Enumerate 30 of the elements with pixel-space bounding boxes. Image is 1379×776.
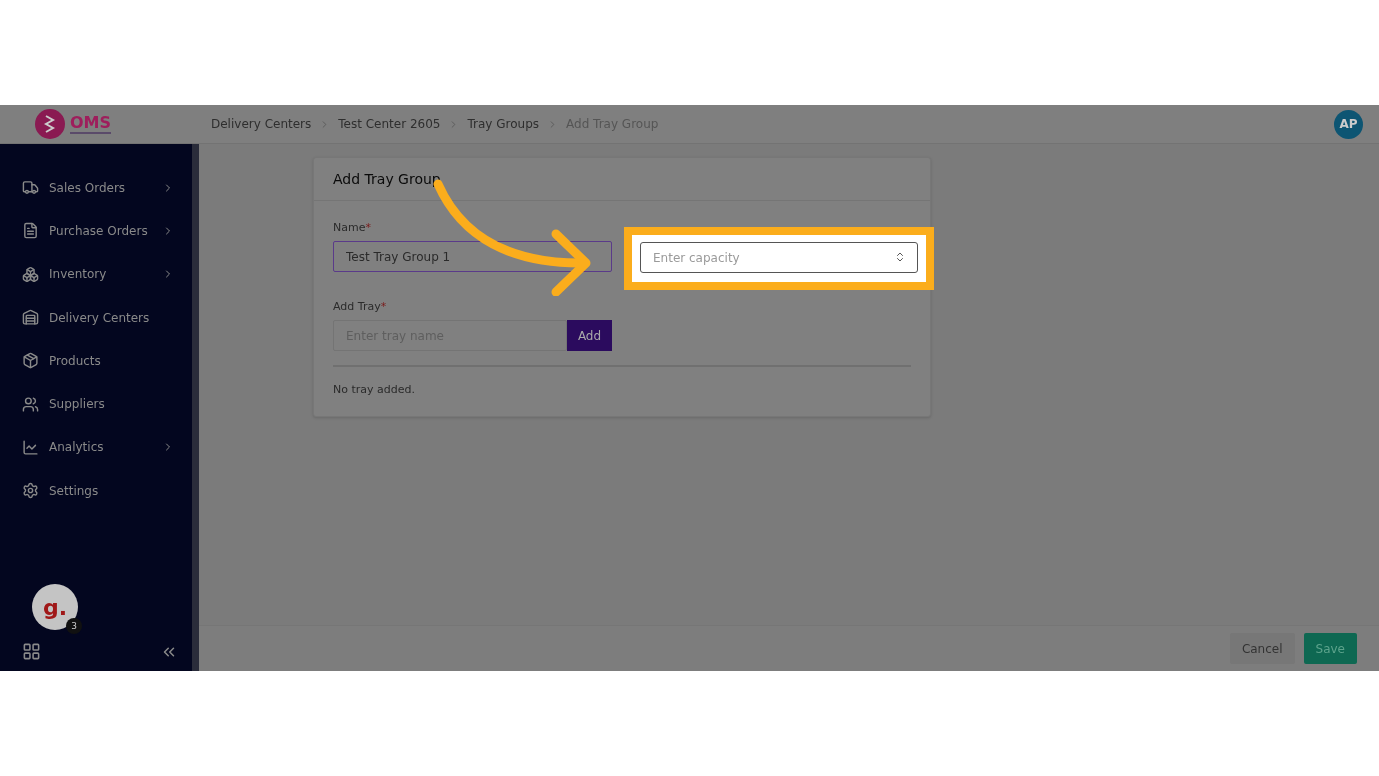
users-icon — [22, 395, 39, 413]
sidebar-item[interactable]: Purchase Orders — [0, 209, 192, 253]
sidebar-item[interactable]: Sales Orders — [0, 166, 192, 210]
sidebar-item[interactable]: Delivery Centers — [0, 295, 192, 340]
breadcrumb-link[interactable]: Test Center 2605 — [338, 117, 441, 131]
sidebar-item[interactable]: Analytics — [0, 425, 192, 470]
boxes-icon — [22, 265, 39, 283]
spinner-icon[interactable] — [894, 251, 906, 263]
truck-icon — [22, 179, 39, 197]
field-label: Name* — [333, 221, 372, 234]
breadcrumb-link[interactable]: Delivery Centers — [211, 117, 312, 131]
empty-message: No tray added. — [333, 383, 416, 396]
sidebar-item[interactable]: Inventory — [0, 252, 192, 296]
logo-text: OMS — [70, 114, 112, 134]
grid-icon[interactable] — [22, 642, 41, 661]
chart-icon — [22, 438, 39, 456]
settings-icon — [22, 482, 39, 500]
sidebar-item[interactable]: Products — [0, 339, 192, 383]
capacity-field[interactable]: Enter capacity — [640, 242, 918, 273]
breadcrumb-link[interactable]: Tray Groups — [467, 117, 539, 131]
logo-icon — [34, 108, 66, 140]
package-icon — [22, 352, 39, 370]
sidebar-item[interactable]: Suppliers — [0, 382, 192, 426]
warehouse-icon — [22, 309, 39, 327]
count-badge: 3 — [66, 618, 82, 634]
field-label: Add Tray* — [333, 300, 388, 313]
sidebar-item[interactable]: Settings — [0, 469, 192, 513]
user-avatar[interactable]: AP — [1334, 109, 1363, 139]
document-icon — [22, 222, 39, 240]
add-button[interactable]: Add — [567, 320, 612, 351]
